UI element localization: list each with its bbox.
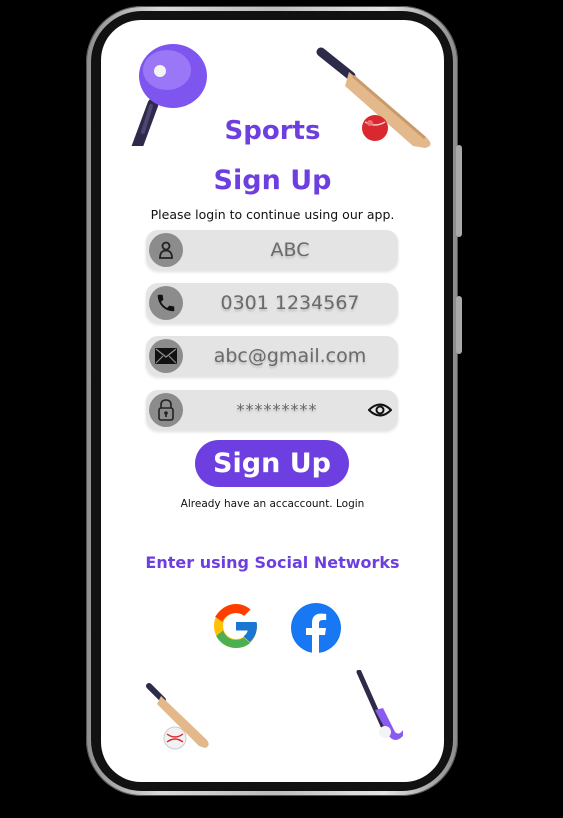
phone-icon	[149, 286, 183, 320]
phone-field[interactable]: 0301 1234567	[146, 283, 398, 323]
sign-up-button[interactable]: Sign Up	[195, 440, 349, 487]
login-link[interactable]: Already have an accaccount. Login	[101, 498, 444, 510]
eye-icon[interactable]	[368, 399, 392, 421]
cricket-bat-small-icon	[146, 683, 209, 750]
social-networks-title: Enter using Social Networks	[145, 553, 400, 572]
name-field[interactable]: ABC	[146, 230, 398, 270]
page-subtitle: Please login to continue using our app.	[150, 207, 395, 222]
hockey-stick-icon	[356, 670, 403, 740]
email-input[interactable]: abc@gmail.com	[186, 336, 394, 376]
page-title: Sign Up	[213, 165, 332, 196]
phone-input[interactable]: 0301 1234567	[186, 283, 394, 323]
name-input[interactable]: ABC	[186, 230, 394, 270]
password-input[interactable]: *********	[186, 390, 368, 430]
email-field[interactable]: abc@gmail.com	[146, 336, 398, 376]
lock-icon	[149, 393, 183, 427]
password-field[interactable]: *********	[146, 390, 398, 430]
user-icon	[149, 233, 183, 267]
google-icon[interactable]	[212, 602, 260, 650]
power-button	[456, 296, 462, 354]
app-screen: Sports Sign Up Please login to continue …	[101, 20, 444, 782]
facebook-icon[interactable]	[290, 602, 342, 654]
envelope-icon	[149, 339, 183, 373]
brand-title: Sports	[224, 116, 321, 146]
volume-button	[456, 145, 462, 237]
